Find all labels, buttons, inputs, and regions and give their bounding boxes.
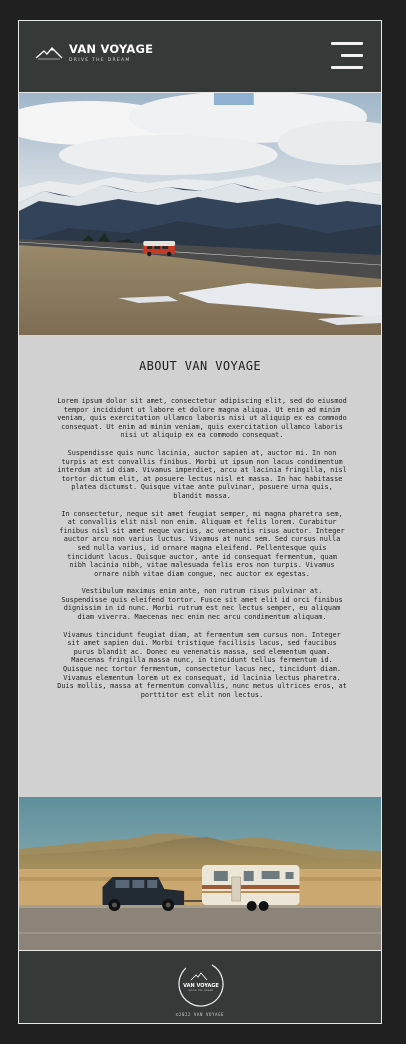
logo-text: VAN VOYAGE DRIVE THE DREAM	[69, 43, 153, 63]
menu-bar	[331, 42, 363, 45]
seal-brand: VAN VOYAGE	[183, 983, 219, 989]
mountain-icon	[35, 47, 63, 60]
camper-photo	[19, 797, 381, 950]
brand-name: VAN VOYAGE	[69, 42, 154, 56]
about-paragraph: In consectetur, neque sit amet feugiat s…	[59, 509, 345, 578]
about-title: ABOUT VAN VOYAGE	[139, 359, 261, 373]
page-frame: VAN VOYAGE DRIVE THE DREAM ABOUT VAN VOY…	[18, 20, 382, 1024]
about-paragraph: Vestibulum maximus enim ante, non rutrum…	[61, 587, 343, 622]
about-section: ABOUT VAN VOYAGE Lorem ipsum dolor sit a…	[19, 335, 381, 797]
copyright: ©2022 VAN VOYAGE	[175, 1012, 225, 1017]
about-paragraph: Lorem ipsum dolor sit amet, consectetur …	[57, 397, 347, 440]
hamburger-menu-icon[interactable]	[331, 42, 363, 70]
van-voyage-seal-logo: VAN VOYAGE DRIVE THE DREAM	[178, 961, 224, 1007]
seal-tagline: DRIVE THE DREAM	[189, 989, 214, 992]
site-footer: VAN VOYAGE DRIVE THE DREAM ©2022 VAN VOY…	[19, 950, 381, 1023]
about-paragraph: Vivamus tincidunt feugiat diam, at ferme…	[57, 630, 347, 699]
about-text: Lorem ipsum dolor sit amet, consectetur …	[57, 397, 347, 708]
site-logo[interactable]: VAN VOYAGE DRIVE THE DREAM	[35, 43, 153, 63]
brand-tagline: DRIVE THE DREAM	[69, 58, 131, 63]
hero-image	[19, 93, 381, 335]
menu-bar	[331, 66, 363, 69]
site-header: VAN VOYAGE DRIVE THE DREAM	[19, 21, 381, 93]
about-paragraph: Suspendisse quis nunc lacinia, auctor sa…	[57, 448, 347, 500]
menu-bar	[341, 54, 363, 57]
